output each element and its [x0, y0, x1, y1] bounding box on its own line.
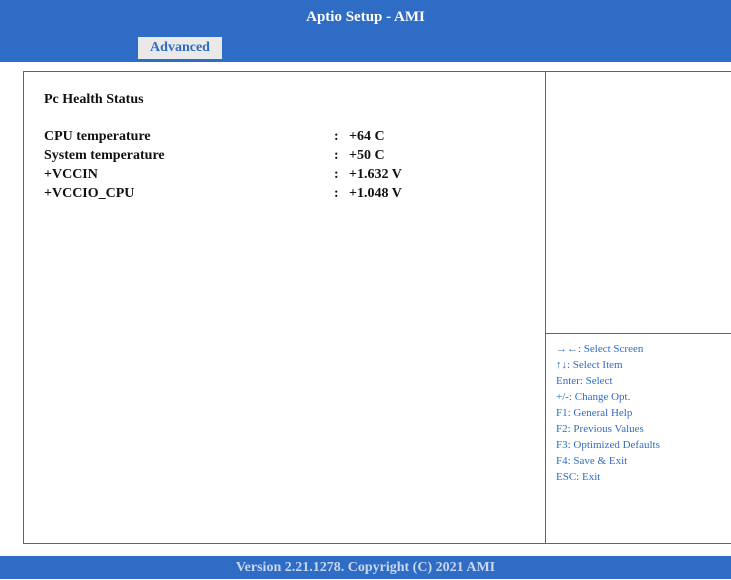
help-select-screen: →←: Select Screen — [556, 343, 644, 355]
row-value: +1.048 V — [349, 186, 402, 201]
help-select-item: ↑↓: Select Item — [556, 359, 623, 371]
help-panel: →←: Select Screen ↑↓: Select Item Enter:… — [556, 341, 660, 485]
row-label: System temperature — [44, 148, 165, 163]
row-value: +64 C — [349, 129, 385, 144]
row-label: CPU temperature — [44, 129, 151, 144]
help-general-help: F1: General Help — [556, 407, 633, 419]
footer-version: Version 2.21.1278. Copyright (C) 2021 AM… — [0, 556, 731, 579]
row-label: +VCCIO_CPU — [44, 186, 135, 201]
row-separator: : — [334, 148, 339, 163]
row-label: +VCCIN — [44, 167, 98, 182]
help-save-exit: F4: Save & Exit — [556, 455, 628, 467]
help-change-opt: +/-: Change Opt. — [556, 391, 631, 403]
row-value: +1.632 V — [349, 167, 402, 182]
help-optimized-defaults: F3: Optimized Defaults — [556, 439, 660, 451]
row-vccio-cpu: +VCCIO_CPU : +1.048 V — [44, 186, 464, 204]
help-esc-exit: ESC: Exit — [556, 471, 601, 483]
help-enter-select: Enter: Select — [556, 375, 613, 387]
row-separator: : — [334, 186, 339, 201]
section-title: Pc Health Status — [44, 92, 144, 107]
tab-advanced[interactable]: Advanced — [138, 37, 222, 59]
tab-bar — [0, 35, 731, 62]
row-cpu-temperature: CPU temperature : +64 C — [44, 129, 464, 147]
row-separator: : — [334, 167, 339, 182]
row-value: +50 C — [349, 148, 385, 163]
panel-divider-vertical — [545, 71, 546, 544]
help-previous-values: F2: Previous Values — [556, 423, 644, 435]
row-system-temperature: System temperature : +50 C — [44, 148, 464, 166]
app-title: Aptio Setup - AMI — [0, 0, 731, 35]
panel-divider-horizontal — [546, 333, 731, 334]
row-vccin: +VCCIN : +1.632 V — [44, 167, 464, 185]
row-separator: : — [334, 129, 339, 144]
